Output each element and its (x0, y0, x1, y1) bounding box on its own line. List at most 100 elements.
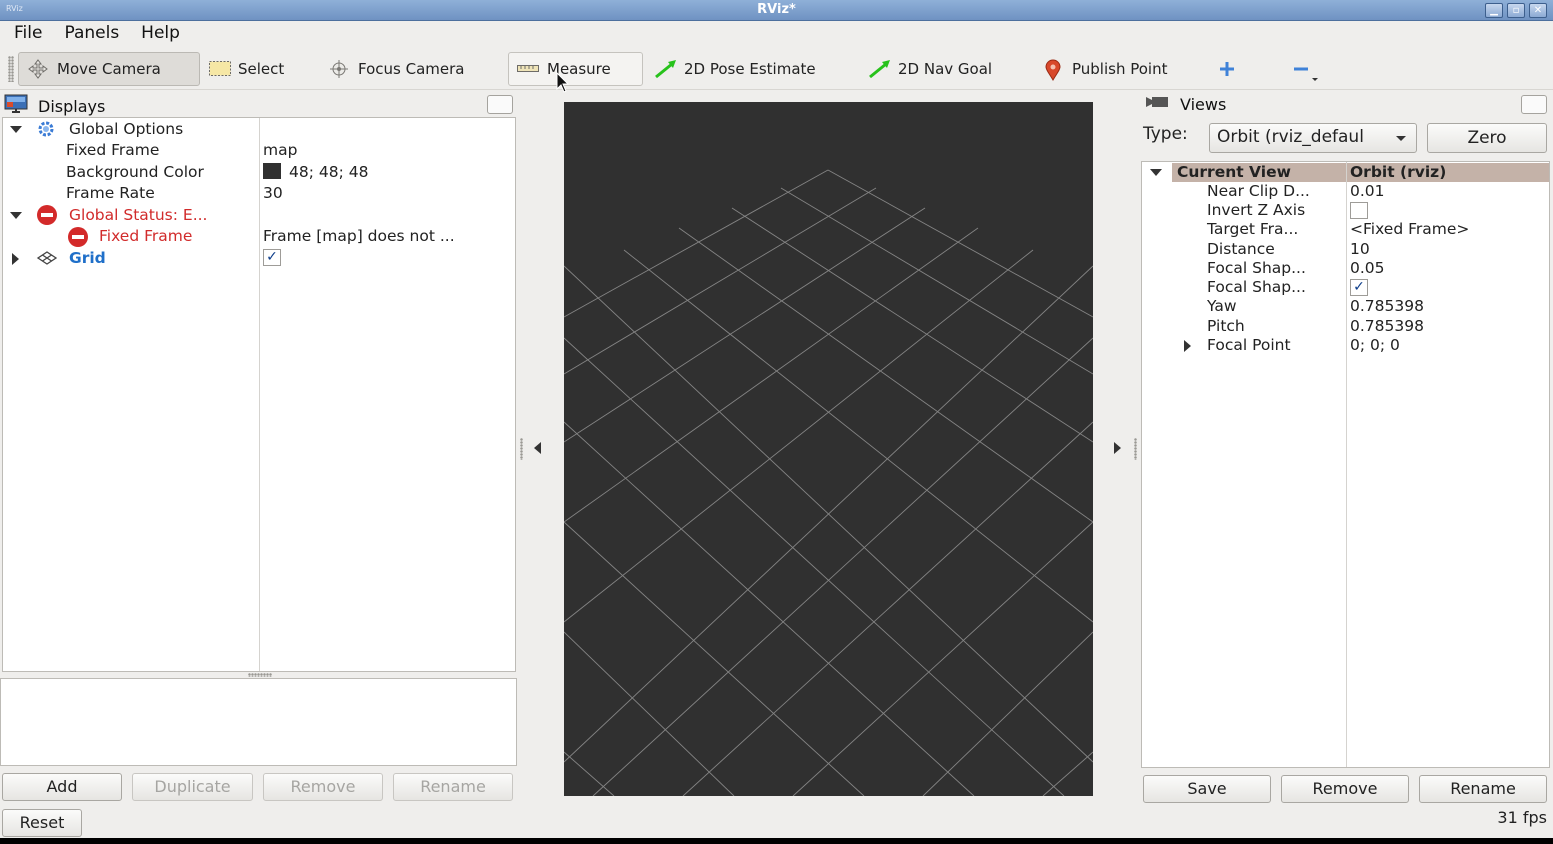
menu-file[interactable]: File (14, 22, 42, 46)
menu-bar: File Panels Help (0, 22, 1553, 46)
close-button[interactable]: ✕ (1529, 3, 1547, 18)
rename-view-button[interactable]: Rename (1419, 775, 1547, 803)
expand-arrow-icon[interactable] (10, 212, 22, 219)
rviz-window: RViz RViz* ▁ ▫ ✕ File Panels Help Move C… (0, 0, 1553, 838)
distance-value[interactable]: 10 (1350, 240, 1370, 258)
background-color-value-cell[interactable]: 48; 48; 48 (263, 163, 368, 181)
fixed-frame-value[interactable]: map (263, 141, 297, 159)
global-options-label: Global Options (69, 120, 184, 138)
collapse-right-icon[interactable] (1114, 442, 1121, 454)
frame-rate-value[interactable]: 30 (263, 184, 283, 202)
displays-panel-header: Displays (4, 94, 105, 118)
yaw-value[interactable]: 0.785398 (1350, 297, 1424, 315)
grid-row[interactable]: Grid ✓ (3, 248, 515, 269)
reset-button[interactable]: Reset (2, 809, 82, 837)
3d-render-view[interactable] (564, 102, 1093, 796)
view-type-select[interactable]: Orbit (rviz_defaul (1209, 123, 1417, 153)
view-prop-row[interactable]: Focal Point 0; 0; 0 (1142, 336, 1549, 355)
focal-point-value[interactable]: 0; 0; 0 (1350, 336, 1400, 354)
near-clip-label: Near Clip D... (1207, 182, 1310, 200)
menu-panels[interactable]: Panels (64, 22, 119, 46)
add-tool-button[interactable] (1208, 52, 1246, 86)
pitch-value[interactable]: 0.785398 (1350, 317, 1424, 335)
maximize-button[interactable]: ▫ (1507, 3, 1525, 18)
displays-float-button[interactable] (487, 95, 513, 114)
error-icon (37, 205, 57, 225)
expand-arrow-icon[interactable] (10, 126, 22, 133)
background-color-value: 48; 48; 48 (289, 163, 369, 181)
view-prop-row[interactable]: Invert Z Axis (1142, 201, 1549, 220)
current-view-value: Orbit (rviz) (1350, 163, 1447, 181)
taskbar-edge (0, 838, 1553, 844)
focal-shape-size-value[interactable]: 0.05 (1350, 259, 1385, 277)
select-tool[interactable]: Select (200, 52, 292, 86)
remove-tool-button[interactable] (1280, 52, 1336, 86)
move-camera-tool[interactable]: Move Camera (18, 52, 200, 86)
grid-enabled-checkbox[interactable]: ✓ (263, 249, 281, 266)
background-color-row[interactable]: Background Color 48; 48; 48 (3, 162, 515, 183)
view-prop-row[interactable]: Focal Shap... ✓ (1142, 278, 1549, 297)
color-swatch[interactable] (263, 163, 281, 179)
focal-shape-fixed-checkbox[interactable]: ✓ (1350, 279, 1368, 296)
duplicate-display-button[interactable]: Duplicate (132, 773, 253, 801)
add-display-button[interactable]: Add (2, 773, 122, 801)
global-options-row[interactable]: Global Options (3, 119, 515, 140)
select-label: Select (238, 60, 285, 78)
views-tree[interactable]: Current View Orbit (rviz) Near Clip D...… (1141, 161, 1550, 768)
global-status-row[interactable]: Global Status: E... (3, 205, 515, 226)
rename-display-button[interactable]: Rename (393, 773, 513, 801)
displays-tree[interactable]: Global Options Fixed Frame map Backgroun… (2, 117, 516, 672)
right-splitter-handle[interactable] (1134, 438, 1137, 460)
camera-icon (1146, 94, 1172, 114)
view-prop-row[interactable]: Near Clip D... 0.01 (1142, 182, 1549, 201)
measure-tool[interactable]: Measure (508, 52, 643, 86)
error-icon (68, 227, 88, 247)
target-frame-value[interactable]: <Fixed Frame> (1350, 220, 1469, 238)
pose-arrow-icon (654, 59, 676, 79)
collapse-arrow-icon[interactable] (12, 253, 19, 265)
nav-goal-tool[interactable]: 2D Nav Goal (860, 52, 1000, 86)
pose-estimate-label: 2D Pose Estimate (684, 60, 816, 78)
title-bar[interactable]: RViz RViz* ▁ ▫ ✕ (0, 0, 1553, 21)
distance-label: Distance (1207, 240, 1275, 258)
invert-z-label: Invert Z Axis (1207, 201, 1306, 219)
save-view-button[interactable]: Save (1143, 775, 1271, 803)
publish-point-tool[interactable]: Publish Point (1034, 52, 1175, 86)
background-color-label: Background Color (66, 163, 204, 181)
status-fixed-frame-row[interactable]: Fixed Frame Frame [map] does not ... (3, 226, 515, 247)
menu-help[interactable]: Help (141, 22, 180, 46)
views-float-button[interactable] (1521, 95, 1547, 114)
view-prop-row[interactable]: Distance 10 (1142, 240, 1549, 259)
frame-rate-row[interactable]: Frame Rate 30 (3, 183, 515, 204)
tool-bar: Move Camera Select Focus Camera Measure (0, 48, 1553, 90)
displays-title: Displays (38, 96, 106, 116)
map-pin-icon (1042, 59, 1064, 82)
invert-z-checkbox[interactable] (1350, 202, 1368, 219)
select-icon (208, 59, 231, 79)
remove-view-button[interactable]: Remove (1281, 775, 1409, 803)
collapse-left-icon[interactable] (534, 442, 541, 454)
focus-camera-tool[interactable]: Focus Camera (320, 52, 472, 86)
remove-display-button[interactable]: Remove (263, 773, 383, 801)
zero-button[interactable]: Zero (1427, 123, 1547, 153)
fixed-frame-row[interactable]: Fixed Frame map (3, 140, 515, 161)
views-panel-header: Views (1146, 94, 1226, 114)
toolbar-grip[interactable] (8, 56, 14, 82)
collapse-arrow-icon[interactable] (1184, 340, 1191, 352)
view-prop-row[interactable]: Target Fra... <Fixed Frame> (1142, 220, 1549, 239)
move-camera-label: Move Camera (57, 60, 161, 78)
displays-splitter-handle[interactable] (248, 673, 272, 677)
pitch-label: Pitch (1207, 317, 1245, 335)
left-splitter-handle[interactable] (520, 438, 523, 460)
expand-arrow-icon[interactable] (1150, 169, 1162, 176)
current-view-row[interactable]: Current View Orbit (rviz) (1142, 163, 1549, 182)
view-prop-row[interactable]: Yaw 0.785398 (1142, 297, 1549, 316)
near-clip-value[interactable]: 0.01 (1350, 182, 1385, 200)
pose-estimate-tool[interactable]: 2D Pose Estimate (646, 52, 824, 86)
view-prop-row[interactable]: Pitch 0.785398 (1142, 317, 1549, 336)
minimize-button[interactable]: ▁ (1485, 3, 1503, 18)
mouse-cursor-icon (556, 72, 570, 93)
status-fixed-frame-label: Fixed Frame (99, 227, 193, 245)
plus-icon (1216, 59, 1238, 79)
view-prop-row[interactable]: Focal Shap... 0.05 (1142, 259, 1549, 278)
